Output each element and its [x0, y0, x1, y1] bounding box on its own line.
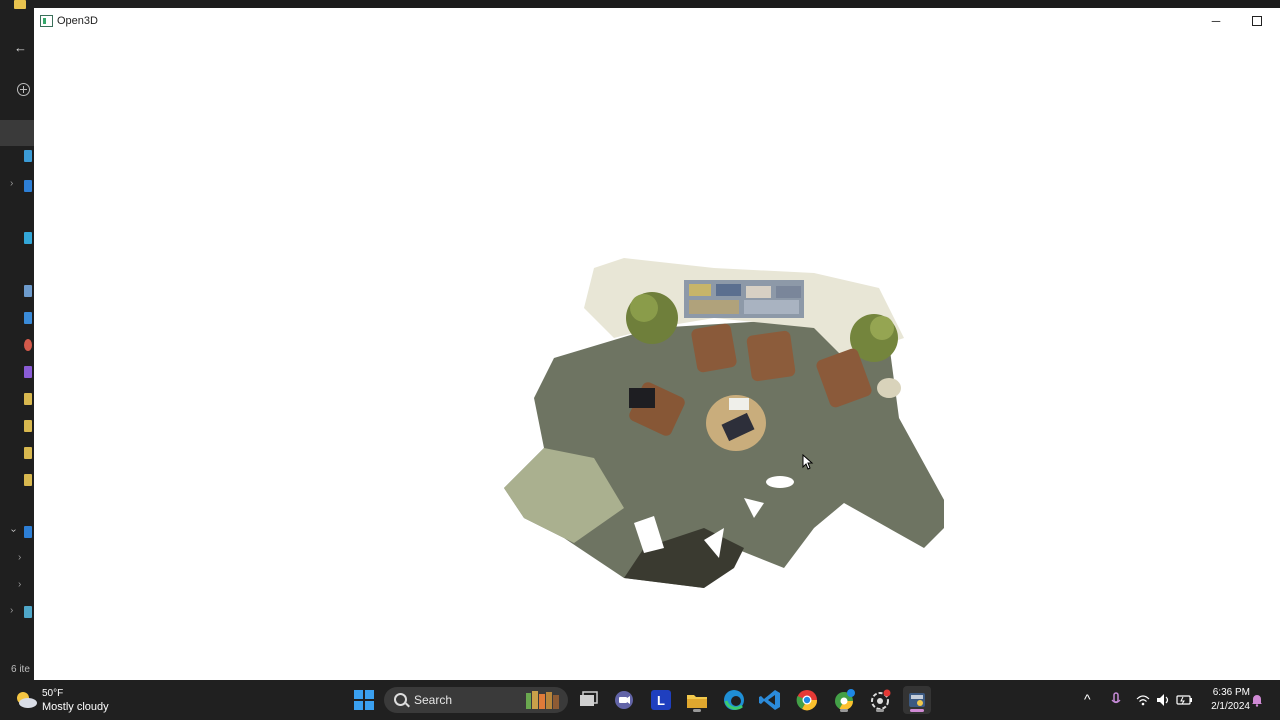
chevron-right-icon[interactable]: › [18, 552, 21, 563]
network-icon[interactable] [24, 606, 32, 618]
vscode-button[interactable] [756, 686, 784, 714]
open3d-app-icon [40, 15, 53, 27]
weather-temperature: 50°F [42, 688, 64, 699]
folder-icon[interactable] [24, 232, 32, 244]
task-view-button[interactable] [574, 686, 602, 714]
chrome-button[interactable] [793, 686, 821, 714]
l-app-button[interactable]: L [647, 686, 675, 714]
settings-app-button[interactable] [866, 686, 894, 714]
task-view-icon [580, 691, 598, 706]
explorer-selected-item[interactable] [0, 120, 34, 146]
folder-icon[interactable] [24, 447, 32, 459]
folder-icon [14, 0, 26, 9]
running-indicator [840, 709, 848, 712]
chrome-beta-button[interactable] [830, 686, 858, 714]
battery-icon[interactable] [1176, 693, 1194, 707]
wall-picture [689, 300, 739, 314]
window-title: Open3D [57, 15, 98, 27]
maximize-button[interactable] [1244, 12, 1268, 32]
pc-icon[interactable] [24, 526, 32, 538]
open3d-window[interactable]: Open3D ─ [34, 8, 1280, 680]
point-cloud-hole [766, 476, 794, 488]
search-highlight-image [526, 691, 559, 709]
search-icon [394, 693, 407, 706]
chevron-right-icon[interactable]: › [18, 579, 21, 590]
teams-chat-icon [615, 691, 633, 709]
background-explorer-window: ← › › › › › 6 ite [0, 0, 210, 680]
wifi-icon[interactable] [1136, 693, 1150, 707]
items-count-label: 6 ite [11, 664, 30, 675]
folder-icon[interactable] [24, 312, 32, 324]
folder-icon[interactable] [24, 285, 32, 297]
l-app-icon: L [651, 690, 671, 710]
armchair [691, 323, 737, 373]
chrome-icon [796, 690, 818, 711]
speaker-icon[interactable] [1156, 693, 1172, 707]
edge-browser-icon [724, 690, 744, 710]
folder-icon[interactable] [24, 393, 32, 405]
cloud-icon[interactable] [24, 180, 32, 192]
point-cloud-render[interactable] [484, 248, 944, 598]
wall-picture [776, 286, 801, 298]
clock-time: 6:36 PM [1212, 687, 1250, 698]
window-titlebar[interactable]: Open3D ─ [34, 8, 1280, 34]
plant-pot [877, 378, 901, 398]
notification-bell-icon[interactable] [1250, 693, 1264, 707]
edge-button[interactable] [720, 686, 748, 714]
wall-picture [689, 284, 711, 296]
videos-icon[interactable] [24, 366, 32, 378]
file-explorer-button[interactable] [683, 686, 711, 714]
running-indicator [876, 709, 884, 712]
svg-text:L: L [657, 693, 665, 708]
windows-logo-icon [354, 690, 374, 710]
clock-date: 2/1/2024 [1211, 701, 1250, 712]
music-icon[interactable] [24, 339, 32, 351]
mouse-cursor-icon [802, 454, 814, 470]
minimize-button[interactable]: ─ [1204, 11, 1228, 31]
python-app-button[interactable] [903, 686, 931, 714]
folder-icon[interactable] [24, 420, 32, 432]
chevron-down-icon[interactable]: › [8, 529, 19, 532]
add-circle-icon[interactable] [17, 83, 30, 96]
bag-on-chair [629, 388, 655, 408]
running-indicator [693, 709, 701, 712]
start-button[interactable] [350, 686, 378, 714]
weather-condition: Mostly cloudy [42, 701, 109, 713]
wall-picture [744, 300, 799, 314]
show-hidden-icons-chevron[interactable]: ^ [1084, 691, 1091, 707]
search-label: Search [414, 693, 453, 707]
back-arrow-icon[interactable]: ← [14, 40, 27, 55]
weather-widget[interactable]: 50°F Mostly cloudy [14, 688, 124, 714]
table-paper [729, 398, 749, 410]
taskbar: 50°F Mostly cloudy Search L ^ 6:36 PM 2/… [0, 680, 1280, 720]
system-clock[interactable]: 6:36 PM 2/1/2024 [1198, 686, 1250, 714]
folder-icon[interactable] [24, 474, 32, 486]
plant-left-leaves [630, 294, 658, 322]
teams-button[interactable] [610, 686, 638, 714]
chevron-right-icon[interactable]: › [10, 178, 13, 189]
plant-right-leaves [870, 316, 894, 340]
microphone-icon[interactable] [1110, 692, 1122, 708]
active-window-indicator [910, 709, 924, 712]
wall-picture [716, 284, 741, 296]
armchair [746, 330, 796, 382]
taskbar-search-box[interactable]: Search [384, 687, 568, 713]
vscode-icon [759, 690, 780, 710]
cloudy-weather-icon [17, 692, 37, 708]
chevron-right-icon[interactable]: › [10, 605, 13, 616]
wall-picture [746, 286, 771, 298]
desktop-icon[interactable] [24, 150, 32, 162]
system-tray: ^ [1080, 680, 1200, 720]
